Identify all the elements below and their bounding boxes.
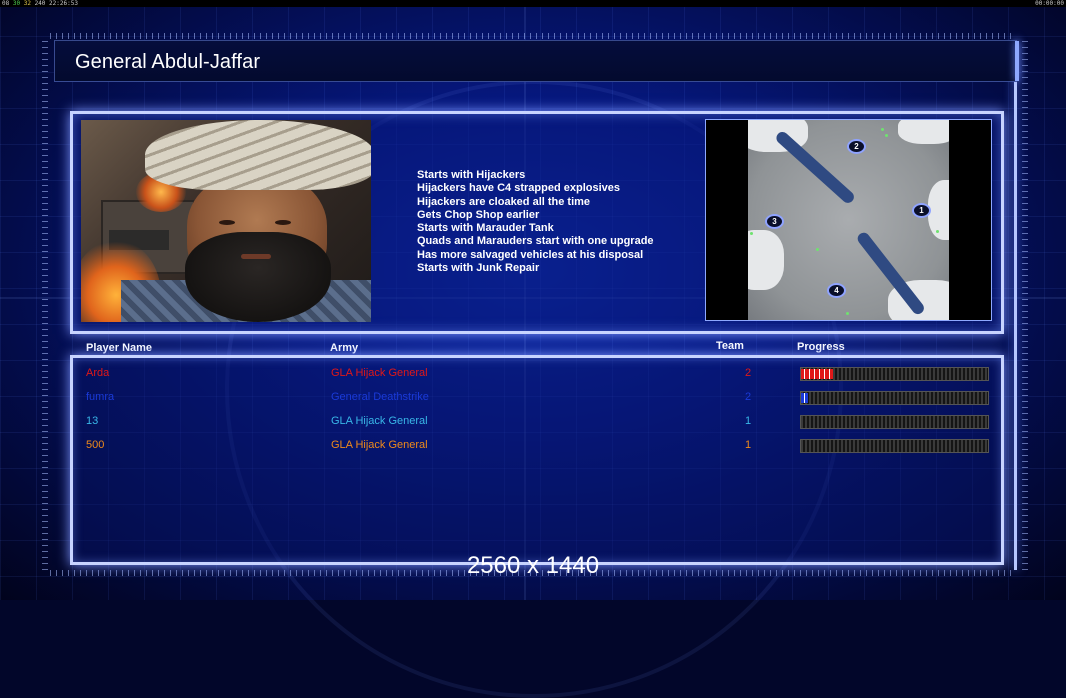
player-list: Arda GLA Hijack General 2 fumra General Deat… (70, 355, 1004, 565)
status-bar: 08 30 32 240 22:26:53 00:00:00 (0, 0, 1066, 7)
progress-bar (800, 439, 989, 453)
header-progress: Progress (797, 341, 845, 353)
player-row: Arda GLA Hijack General 2 (73, 363, 1001, 385)
trait-item: Starts with Hijackers (417, 169, 526, 181)
progress-bar (800, 391, 989, 405)
progress-fill (801, 369, 833, 379)
spawn-marker-2[interactable]: 2 (847, 139, 866, 154)
trait-item: Hijackers are cloaked all the time (417, 195, 591, 208)
general-info-panel: Starts with Hijackers Hijackers have C4 … (70, 111, 1004, 334)
header-player-name: Player Name (86, 342, 153, 354)
frame-right-edge (1014, 40, 1017, 570)
right-ruler (1022, 40, 1028, 570)
resource-dot (750, 232, 753, 235)
fps-readout: 08 30 32 240 22:26:53 (2, 0, 78, 7)
top-ruler (50, 33, 1016, 39)
title-bar: General Abdul-Jaffar (54, 40, 1019, 82)
progress-bar (800, 367, 989, 381)
snow-patch (898, 120, 949, 144)
resource-dot (936, 230, 939, 233)
player-team: 2 (745, 391, 752, 403)
map-preview: 1 2 3 4 (705, 119, 992, 321)
game-timer: 00:00:00 (1035, 0, 1064, 7)
general-portrait (81, 120, 371, 322)
resource-dot (816, 248, 819, 251)
left-ruler (42, 40, 48, 570)
map-image: 1 2 3 4 (748, 120, 949, 320)
player-team: 1 (745, 439, 752, 451)
progress-fill (801, 393, 808, 403)
title-bar-edge (1015, 41, 1019, 81)
player-army: GLA Hijack General (331, 415, 428, 427)
trait-item: Quads and Marauders start with one upgra… (417, 235, 654, 248)
header-army: Army (330, 342, 359, 354)
player-team: 1 (745, 415, 752, 427)
spawn-marker-4[interactable]: 4 (827, 283, 846, 298)
general-name: General Abdul-Jaffar (75, 51, 261, 73)
player-row: 500 GLA Hijack General 1 (73, 435, 1001, 457)
snow-patch (748, 230, 784, 290)
spawn-marker-3[interactable]: 3 (765, 214, 784, 229)
header-team: Team (716, 340, 744, 352)
general-traits: Starts with Hijackers Hijackers have C4 … (417, 169, 654, 275)
portrait-turban (145, 120, 371, 190)
ravine-northwest (773, 129, 857, 206)
resource-dot (881, 128, 884, 131)
player-name: 500 (86, 439, 105, 451)
player-row: fumra General Deathstrike 2 (73, 387, 1001, 409)
player-army: GLA Hijack General (331, 367, 428, 379)
player-army: GLA Hijack General (331, 439, 428, 451)
trait-item: Starts with Marauder Tank (417, 222, 554, 235)
player-name: 13 (86, 415, 99, 427)
player-row: 13 GLA Hijack General 1 (73, 411, 1001, 433)
trait-item: Has more salvaged vehicles at his dispos… (417, 248, 644, 261)
player-name: Arda (86, 367, 110, 379)
player-team: 2 (745, 367, 752, 379)
portrait-beard (185, 232, 331, 322)
spawn-marker-1[interactable]: 1 (912, 203, 931, 218)
portrait-mouth (241, 254, 271, 259)
portrait-eye-left (219, 220, 235, 225)
player-army: General Deathstrike (331, 391, 429, 403)
resource-dot (885, 134, 888, 137)
progress-bar (800, 415, 989, 429)
player-name: fumra (86, 391, 115, 403)
trait-item: Gets Chop Shop earlier (417, 208, 540, 221)
trait-item: Hijackers have C4 strapped explosives (417, 182, 620, 195)
portrait-eye-right (275, 220, 291, 225)
resource-dot (846, 312, 849, 315)
trait-item: Starts with Junk Repair (417, 262, 540, 275)
resolution-label: 2560 x 1440 (466, 552, 600, 579)
